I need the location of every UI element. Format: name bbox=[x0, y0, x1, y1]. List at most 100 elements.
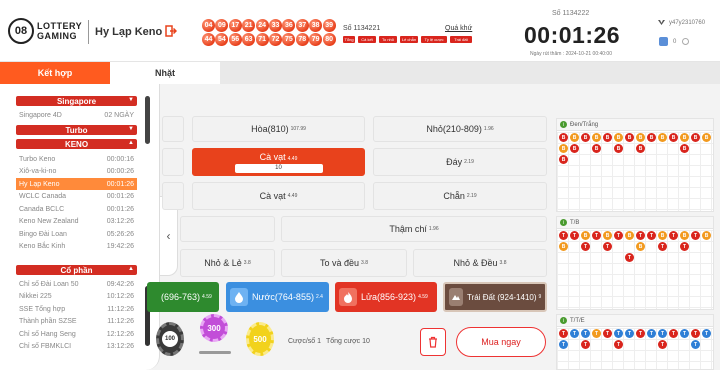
drawn-number-ball: 24 bbox=[255, 19, 269, 32]
sidebar-item[interactable]: Chỉ số FBMKLCI 13:12:26 bbox=[16, 341, 137, 353]
past-link[interactable]: Quá khứ bbox=[445, 25, 472, 32]
bet-option-nho-deu[interactable]: Nhỏ & Đều 3.8 bbox=[413, 249, 547, 277]
bet-option-nuoc[interactable]: Nước(764-855) 2.4 bbox=[226, 282, 329, 312]
sidebar-item[interactable]: Canada BCLC 00:01:26 bbox=[16, 203, 137, 215]
tab-bar bbox=[220, 62, 720, 84]
buy-now-button[interactable]: Mua ngay bbox=[456, 327, 546, 357]
selected-chip-indicator bbox=[199, 351, 231, 354]
sidebar-item[interactable]: Singapore 4D 02 NGÀY bbox=[16, 109, 137, 121]
bet-option-to-va-deu[interactable]: To và đều 3.8 bbox=[281, 249, 407, 277]
stats-grid: TTBTBTBTTBTBTBBTTBTTT bbox=[557, 230, 713, 309]
bet-option[interactable] bbox=[180, 216, 275, 242]
stat-marker: T bbox=[625, 253, 634, 262]
stat-marker: T bbox=[691, 340, 700, 349]
bet-option-trai-dat[interactable]: Trái Đất (924-1410) 9 bbox=[443, 282, 547, 312]
bet-option-nho[interactable]: Nhỏ(210-809) 1.96 bbox=[373, 116, 547, 142]
stat-marker: T bbox=[636, 231, 645, 240]
trash-icon bbox=[429, 336, 437, 348]
sidebar-item[interactable]: Hy Lạp Keno 00:01:26 bbox=[16, 178, 137, 190]
bet-option-kim[interactable]: (696-763) 4.59 bbox=[147, 282, 219, 312]
stat-marker: T bbox=[614, 340, 623, 349]
stat-marker: B bbox=[669, 133, 678, 142]
stat-marker: B bbox=[614, 144, 623, 153]
bet-amount-input[interactable]: 10 bbox=[234, 163, 323, 173]
result-tag[interactable]: Trái đất bbox=[450, 36, 472, 43]
sidebar-item[interactable]: Turbo Keno 00:00:16 bbox=[16, 153, 137, 165]
stat-marker: T bbox=[559, 231, 568, 240]
scrollbar[interactable] bbox=[145, 96, 150, 144]
sidebar-section-keno[interactable]: KENO ▲ bbox=[16, 139, 137, 149]
drawn-number-ball: 54 bbox=[215, 33, 229, 46]
result-tag[interactable]: Tổng bbox=[343, 36, 355, 43]
chevron-left-icon: ‹ bbox=[166, 229, 171, 243]
sidebar-item[interactable]: Bingo Đài Loan 05:26:26 bbox=[16, 228, 137, 240]
drawn-number-ball: 56 bbox=[228, 33, 242, 46]
stat-marker: B bbox=[636, 144, 645, 153]
result-tag[interactable]: Tỷ lệ cược bbox=[421, 36, 447, 43]
stat-marker: B bbox=[581, 231, 590, 240]
stat-marker: T bbox=[669, 329, 678, 338]
sidebar-item[interactable]: SSE Tổng hợp 11:12:26 bbox=[16, 303, 137, 315]
bet-option-chan[interactable]: Chẵn 2.19 bbox=[373, 182, 547, 210]
refresh-icon[interactable] bbox=[682, 38, 690, 45]
stat-marker: T bbox=[559, 329, 568, 338]
chip-100[interactable]: 100 bbox=[156, 322, 184, 356]
bet-option-ca-vat[interactable]: Cà vạt 4.49 bbox=[192, 182, 365, 210]
bet-option-nho-le[interactable]: Nhỏ & Lẻ 3.8 bbox=[180, 249, 275, 277]
sidebar-item[interactable]: WCLC Canada 00:01:26 bbox=[16, 191, 137, 203]
bet-option-ca-vat-selected[interactable]: Cà vạt 4.49 10 bbox=[192, 148, 365, 176]
user-icon bbox=[658, 20, 665, 25]
result-tag[interactable]: Cả kết bbox=[358, 36, 376, 43]
sidebar-section-singapore[interactable]: Singapore ▼ bbox=[16, 96, 137, 106]
bet-option-hoa[interactable]: Hòa(810) 107.99 bbox=[192, 116, 365, 142]
water-drop-icon bbox=[230, 288, 248, 306]
stat-marker: T bbox=[680, 242, 689, 251]
stat-marker: B bbox=[614, 133, 623, 142]
tab-daily[interactable]: Nhặt bbox=[110, 62, 220, 84]
logo-badge: 08 bbox=[8, 18, 34, 44]
stat-marker: B bbox=[603, 133, 612, 142]
balance: 0 bbox=[659, 37, 690, 46]
sidebar-item[interactable]: Thành phần SZSE 11:12:26 bbox=[16, 316, 137, 328]
clear-bets-button[interactable] bbox=[420, 328, 446, 356]
drawn-number-ball: 44 bbox=[202, 33, 215, 46]
stat-marker: B bbox=[592, 144, 601, 153]
stat-marker: B bbox=[658, 133, 667, 142]
sidebar-item[interactable]: Chỉ số Hang Seng 12:12:26 bbox=[16, 328, 137, 340]
chip-500[interactable]: 500 bbox=[246, 322, 274, 356]
sidebar-item[interactable]: Xiô-va-ki-no 00:00:26 bbox=[16, 166, 137, 178]
bet-option-lua[interactable]: Lửa(856-923) 4.59 bbox=[335, 282, 437, 312]
stat-marker: T bbox=[625, 329, 634, 338]
bet-option[interactable] bbox=[162, 116, 184, 142]
chevron-up-icon: ▲ bbox=[128, 140, 134, 146]
stat-marker: B bbox=[680, 133, 689, 142]
drawn-number-ball: 21 bbox=[242, 19, 256, 32]
stats-panel-black-white: i Đen/Trắng BBBBBBBBBBBBBBBBBBBBB bbox=[556, 118, 714, 212]
sidebar-item[interactable]: Keno Bắc Kinh 19:42:26 bbox=[16, 241, 137, 253]
sidebar-item[interactable]: Keno New Zealand 03:12:26 bbox=[16, 216, 137, 228]
bet-option-tham-chi[interactable]: Thậm chí 1.96 bbox=[281, 216, 547, 242]
stat-marker: T bbox=[647, 231, 656, 240]
stat-marker: B bbox=[559, 155, 568, 164]
sidebar-section-stock[interactable]: Cổ phần ▲ bbox=[16, 265, 137, 275]
stat-marker: B bbox=[636, 133, 645, 142]
stat-marker: T bbox=[647, 329, 656, 338]
chip-300[interactable]: 300 bbox=[200, 314, 228, 342]
bet-option[interactable] bbox=[162, 182, 184, 210]
bet-option-day[interactable]: Đáy 2.19 bbox=[373, 148, 547, 176]
result-tag[interactable]: Lẻ chẵn bbox=[400, 36, 418, 43]
stat-marker: T bbox=[592, 231, 601, 240]
stat-marker: T bbox=[636, 329, 645, 338]
logo[interactable]: 08 LOTTERY GAMING bbox=[8, 18, 82, 44]
stat-marker: B bbox=[592, 133, 601, 142]
exit-icon[interactable] bbox=[165, 25, 177, 37]
result-tag[interactable]: To nhỏ bbox=[379, 36, 397, 43]
user-info[interactable]: y47y2310760 bbox=[657, 18, 705, 27]
tab-combined[interactable]: Kết hợp bbox=[0, 62, 110, 84]
bet-option[interactable] bbox=[162, 148, 184, 176]
sidebar-item[interactable]: Nikkei 225 10:12:26 bbox=[16, 291, 137, 303]
sidebar-section-turbo[interactable]: Turbo ▼ bbox=[16, 125, 137, 135]
sidebar-item[interactable]: Chỉ số Đài Loan 50 09:42:26 bbox=[16, 278, 137, 290]
stat-marker: B bbox=[581, 133, 590, 142]
drawn-number-ball: 63 bbox=[242, 33, 256, 46]
